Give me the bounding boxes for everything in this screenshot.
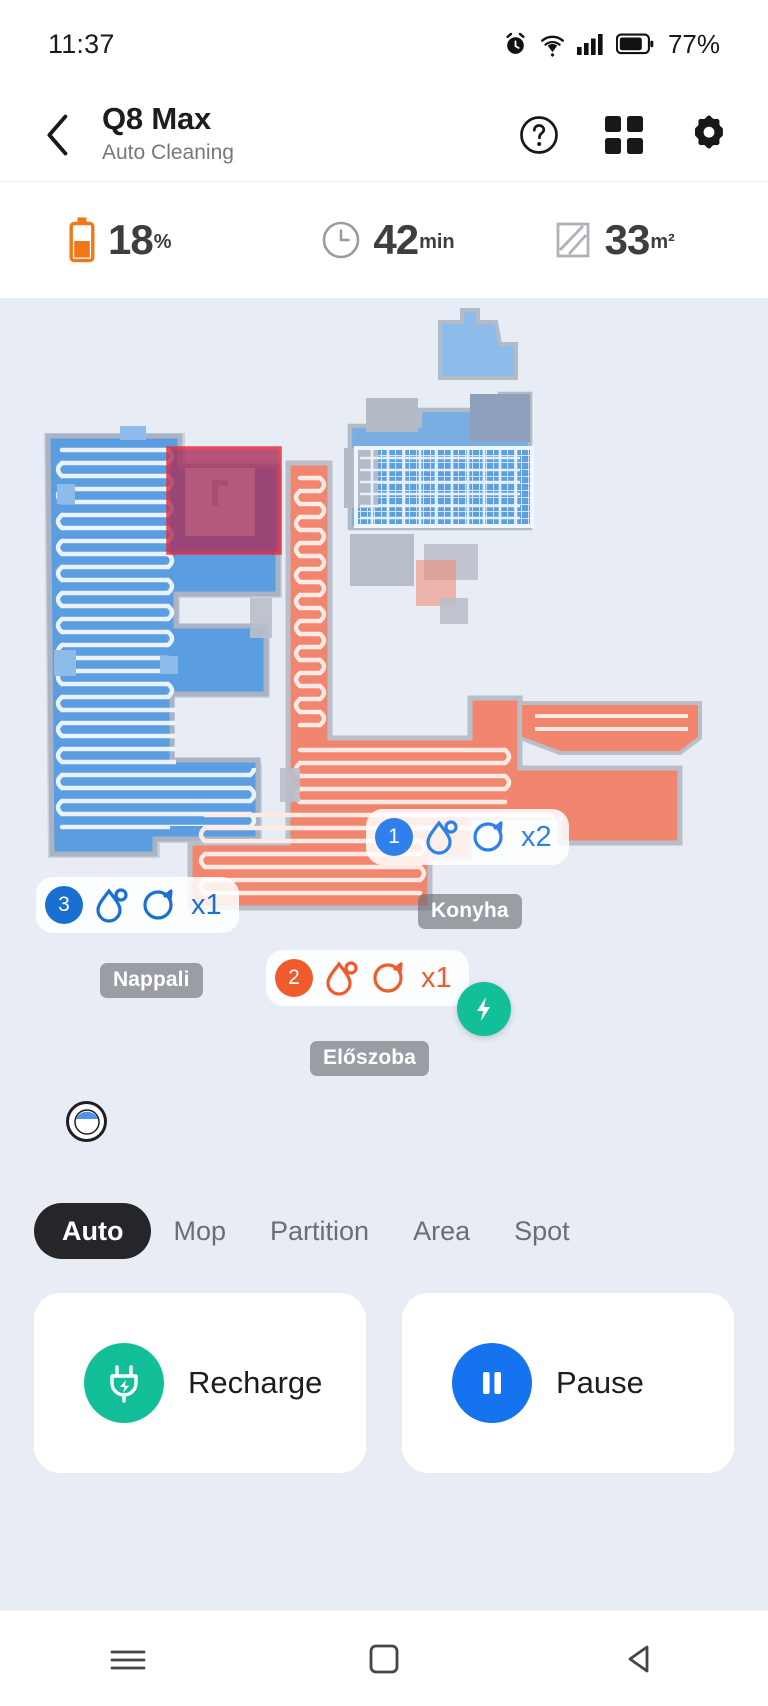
nav-back-button[interactable] <box>595 1629 685 1689</box>
rooms-grid-button[interactable] <box>601 112 647 158</box>
badge-multiplier: x1 <box>421 961 452 994</box>
stat-area: 33m² <box>495 216 768 264</box>
help-button[interactable] <box>516 112 562 158</box>
tab-auto[interactable]: Auto <box>34 1203 152 1259</box>
map-view[interactable]: Nappali Konyha Előszoba 1 x2 3 x1 2 x1 <box>0 298 768 1183</box>
room-label-konyha[interactable]: Konyha <box>418 894 522 929</box>
gear-icon <box>695 115 723 148</box>
badge-multiplier: x1 <box>191 888 222 921</box>
settings-button[interactable] <box>686 112 732 158</box>
badge-number: 1 <box>375 818 413 856</box>
suction-icon <box>369 956 409 1001</box>
room-label-eloszoba[interactable]: Előszoba <box>310 1041 429 1076</box>
recharge-button[interactable]: Recharge <box>34 1293 366 1473</box>
stat-duration-value: 42 <box>373 216 419 263</box>
room-konyha-shape <box>344 308 534 606</box>
nav-recents-button[interactable] <box>83 1629 173 1689</box>
stat-area-unit: m² <box>650 230 675 253</box>
battery-icon <box>615 33 654 55</box>
room-setting-badge-2[interactable]: 2 x1 <box>266 950 469 1006</box>
water-drop-icon <box>422 815 460 860</box>
lightning-bolt-icon <box>477 997 490 1021</box>
header-actions <box>516 112 732 158</box>
android-nav-bar <box>0 1610 768 1706</box>
wifi-icon <box>539 32 566 57</box>
water-drop-icon <box>322 956 360 1001</box>
pause-label: Pause <box>556 1365 644 1400</box>
plug-charge-icon <box>84 1343 164 1423</box>
alarm-icon <box>503 32 528 57</box>
robot-position-marker[interactable] <box>66 1101 107 1142</box>
back-button[interactable] <box>32 109 84 161</box>
cellular-signal-icon <box>576 33 605 55</box>
tab-area[interactable]: Area <box>391 1203 492 1259</box>
page-title: Q8 Max <box>102 100 212 136</box>
nav-home-button[interactable] <box>339 1629 429 1689</box>
action-buttons: Recharge Pause <box>0 1293 768 1473</box>
tab-partition[interactable]: Partition <box>248 1203 391 1259</box>
pause-icon <box>452 1343 532 1423</box>
stat-battery-unit: % <box>153 230 172 253</box>
square-icon <box>369 1644 399 1673</box>
area-icon <box>555 220 593 260</box>
help-icon <box>520 115 558 154</box>
no-go-zone <box>166 446 282 555</box>
header-titles: Q8 Max Auto Cleaning <box>102 100 234 167</box>
cleaning-stats-bar: 18% 42min 33m² <box>0 182 768 298</box>
recharge-label: Recharge <box>188 1365 323 1400</box>
room-label-nappali[interactable]: Nappali <box>100 963 203 998</box>
stat-duration-unit: min <box>419 230 455 253</box>
suction-icon <box>139 883 179 928</box>
status-bar-clock: 11:37 <box>48 28 115 59</box>
mode-tabs: Auto Mop Partition Area Spot <box>0 1183 768 1279</box>
app-header: Q8 Max Auto Cleaning <box>0 88 768 182</box>
badge-number: 3 <box>45 886 83 924</box>
triangle-left-icon <box>628 1645 649 1672</box>
status-battery-percent: 77% <box>667 28 720 59</box>
room-setting-badge-1[interactable]: 1 x2 <box>366 809 569 865</box>
suction-icon <box>469 815 509 860</box>
tab-spot[interactable]: Spot <box>492 1203 592 1259</box>
badge-number: 2 <box>275 959 313 997</box>
page-subtitle: Auto Cleaning <box>102 140 234 164</box>
water-drop-icon <box>92 883 130 928</box>
badge-multiplier: x2 <box>521 820 552 853</box>
stat-duration: 42min <box>281 216 494 264</box>
menu-icon <box>110 1650 146 1669</box>
pause-button[interactable]: Pause <box>402 1293 734 1473</box>
stat-battery: 18% <box>0 216 281 264</box>
clock-icon <box>321 220 361 260</box>
battery-level-icon <box>68 217 96 263</box>
tab-mop[interactable]: Mop <box>151 1203 248 1259</box>
charging-dock-marker[interactable] <box>457 982 511 1036</box>
room-setting-badge-3[interactable]: 3 x1 <box>36 877 239 933</box>
stat-area-value: 33 <box>604 216 651 263</box>
stat-battery-value: 18 <box>108 216 154 263</box>
status-bar-indicators: 77% <box>503 29 720 60</box>
chevron-left-icon <box>47 114 68 155</box>
grid-icon <box>605 115 643 154</box>
status-bar: 11:37 77% <box>0 0 768 88</box>
